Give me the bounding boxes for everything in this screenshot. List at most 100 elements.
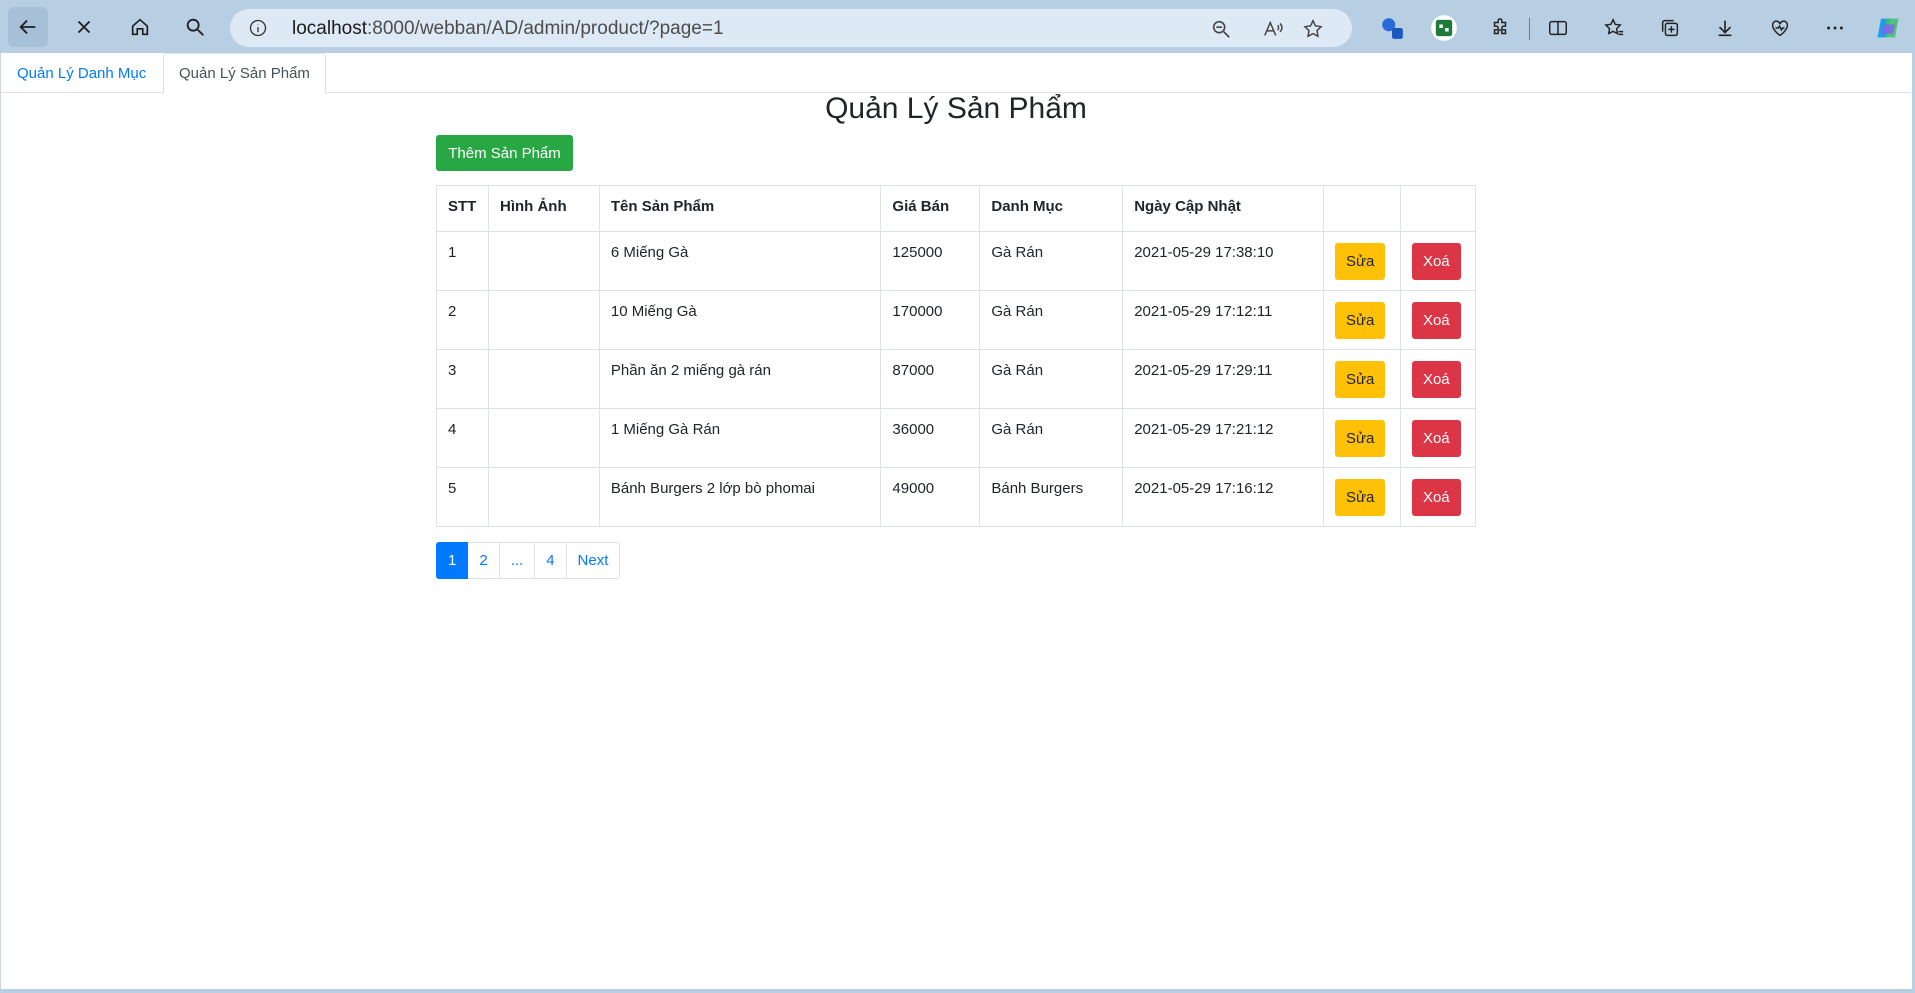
downloads-icon[interactable] [1710,13,1740,43]
cell-stt: 1 [436,231,489,291]
cell-delete: Xoá [1399,231,1477,291]
browser-toolbar: localhost:8000/webban/AD/admin/product/?… [0,0,1915,53]
cell-price: 170000 [880,290,981,350]
pagination: 1 2 ... 4 Next [436,542,621,579]
column-header-image: Hình Ảnh [487,185,600,232]
more-menu-icon[interactable] [1820,13,1850,43]
cell-name: Bánh Burgers 2 lớp bò phomai [598,467,882,527]
back-button[interactable] [8,7,48,47]
copilot-icon[interactable] [1873,13,1903,43]
cell-name: 1 Miếng Gà Rán [598,408,882,468]
back-arrow-icon [19,19,36,35]
column-header-updated: Ngày Cập Nhật [1122,185,1324,232]
cell-image [487,231,600,291]
cell-updated: 2021-05-29 17:16:12 [1122,467,1324,527]
table-row: 4 1 Miếng Gà Rán 36000 Gà Rán 2021-05-29… [436,408,1477,468]
home-button[interactable] [120,7,160,47]
cell-updated: 2021-05-29 17:21:12 [1122,408,1324,468]
search-button[interactable] [175,7,215,47]
cell-stt: 4 [436,408,489,468]
url-host: localhost [292,18,367,39]
cell-delete: Xoá [1399,467,1477,527]
delete-button[interactable]: Xoá [1411,478,1461,516]
table-row: 5 Bánh Burgers 2 lớp bò phomai 49000 Bán… [436,467,1477,527]
add-product-button[interactable]: Thêm Sản Phẩm [436,135,573,171]
table-row: 1 6 Miếng Gà 125000 Gà Rán 2021-05-29 17… [436,231,1477,291]
favorite-star-icon[interactable] [1302,18,1324,40]
edit-button[interactable]: Sửa [1334,360,1386,398]
cell-price: 36000 [880,408,981,468]
delete-button[interactable]: Xoá [1411,419,1461,457]
cell-edit: Sửa [1322,231,1401,291]
page-link-next[interactable]: Next [565,542,621,579]
cell-edit: Sửa [1322,349,1401,409]
extensions-icon[interactable] [1485,13,1515,43]
page-link-2[interactable]: 2 [467,542,500,579]
split-screen-icon[interactable] [1543,13,1573,43]
browser-essentials-icon[interactable] [1765,13,1795,43]
table-row: 3 Phần ăn 2 miếng gà rán 87000 Gà Rán 20… [436,349,1477,409]
column-header-delete [1399,185,1477,232]
tab-category-management[interactable]: Quản Lý Danh Mục [1,53,162,93]
read-aloud-icon[interactable] [1262,18,1284,40]
info-icon[interactable] [248,18,268,38]
cell-category: Gà Rán [979,349,1124,409]
cell-category: Gà Rán [979,408,1124,468]
page-link-4[interactable]: 4 [534,542,567,579]
cell-name: 6 Miếng Gà [598,231,882,291]
favorites-icon[interactable] [1599,13,1629,43]
cell-stt: 3 [436,349,489,409]
page-link-ellipsis[interactable]: ... [498,542,536,579]
cell-delete: Xoá [1399,290,1477,350]
stop-loading-button[interactable] [64,7,104,47]
cell-name: 10 Miếng Gà [598,290,882,350]
table-row: 2 10 Miếng Gà 170000 Gà Rán 2021-05-29 1… [436,290,1477,350]
cell-name: Phần ăn 2 miếng gà rán [598,349,882,409]
address-bar[interactable]: localhost:8000/webban/AD/admin/product/?… [230,9,1352,47]
cell-delete: Xoá [1399,349,1477,409]
cell-image [487,290,600,350]
nav-tabs: Quản Lý Danh Mục Quản Lý Sản Phẩm [1,53,1911,94]
url-text[interactable]: localhost:8000/webban/AD/admin/product/?… [292,18,724,40]
extension-green-icon[interactable] [1429,13,1459,43]
home-icon [131,18,149,36]
column-header-category: Danh Mục [979,185,1124,232]
cell-edit: Sửa [1322,290,1401,350]
collections-icon[interactable] [1655,13,1685,43]
window-frame-bottom [0,989,1915,993]
extension-puzzle-blue-icon[interactable] [1377,13,1407,43]
page-viewport: Quản Lý Danh Mục Quản Lý Sản Phẩm Quản L… [0,53,1912,989]
table-header-row: STT Hình Ảnh Tên Sản Phẩm Giá Bán Danh M… [436,185,1477,232]
delete-button[interactable]: Xoá [1411,242,1461,280]
cell-stt: 2 [436,290,489,350]
toolbar-divider [1529,18,1530,40]
cell-stt: 5 [436,467,489,527]
edit-button[interactable]: Sửa [1334,242,1386,280]
cell-edit: Sửa [1322,408,1401,468]
cell-category: Gà Rán [979,231,1124,291]
url-path: :8000/webban/AD/admin/product/?page=1 [367,18,724,39]
edit-button[interactable]: Sửa [1334,419,1386,457]
cell-category: Bánh Burgers [979,467,1124,527]
cell-delete: Xoá [1399,408,1477,468]
close-icon [77,20,91,34]
edit-button[interactable]: Sửa [1334,478,1386,516]
search-icon [186,18,204,36]
delete-button[interactable]: Xoá [1411,360,1461,398]
cell-price: 125000 [880,231,981,291]
cell-price: 87000 [880,349,981,409]
delete-button[interactable]: Xoá [1411,301,1461,339]
cell-edit: Sửa [1322,467,1401,527]
cell-image [487,467,600,527]
cell-price: 49000 [880,467,981,527]
page-link-1[interactable]: 1 [436,542,469,579]
tab-product-management[interactable]: Quản Lý Sản Phẩm [163,53,326,94]
column-header-edit [1322,185,1401,232]
cell-image [487,408,600,468]
edit-button[interactable]: Sửa [1334,301,1386,339]
zoom-out-icon[interactable] [1210,18,1232,40]
cell-updated: 2021-05-29 17:12:11 [1122,290,1324,350]
column-header-price: Giá Bán [880,185,981,232]
cell-updated: 2021-05-29 17:38:10 [1122,231,1324,291]
cell-category: Gà Rán [979,290,1124,350]
